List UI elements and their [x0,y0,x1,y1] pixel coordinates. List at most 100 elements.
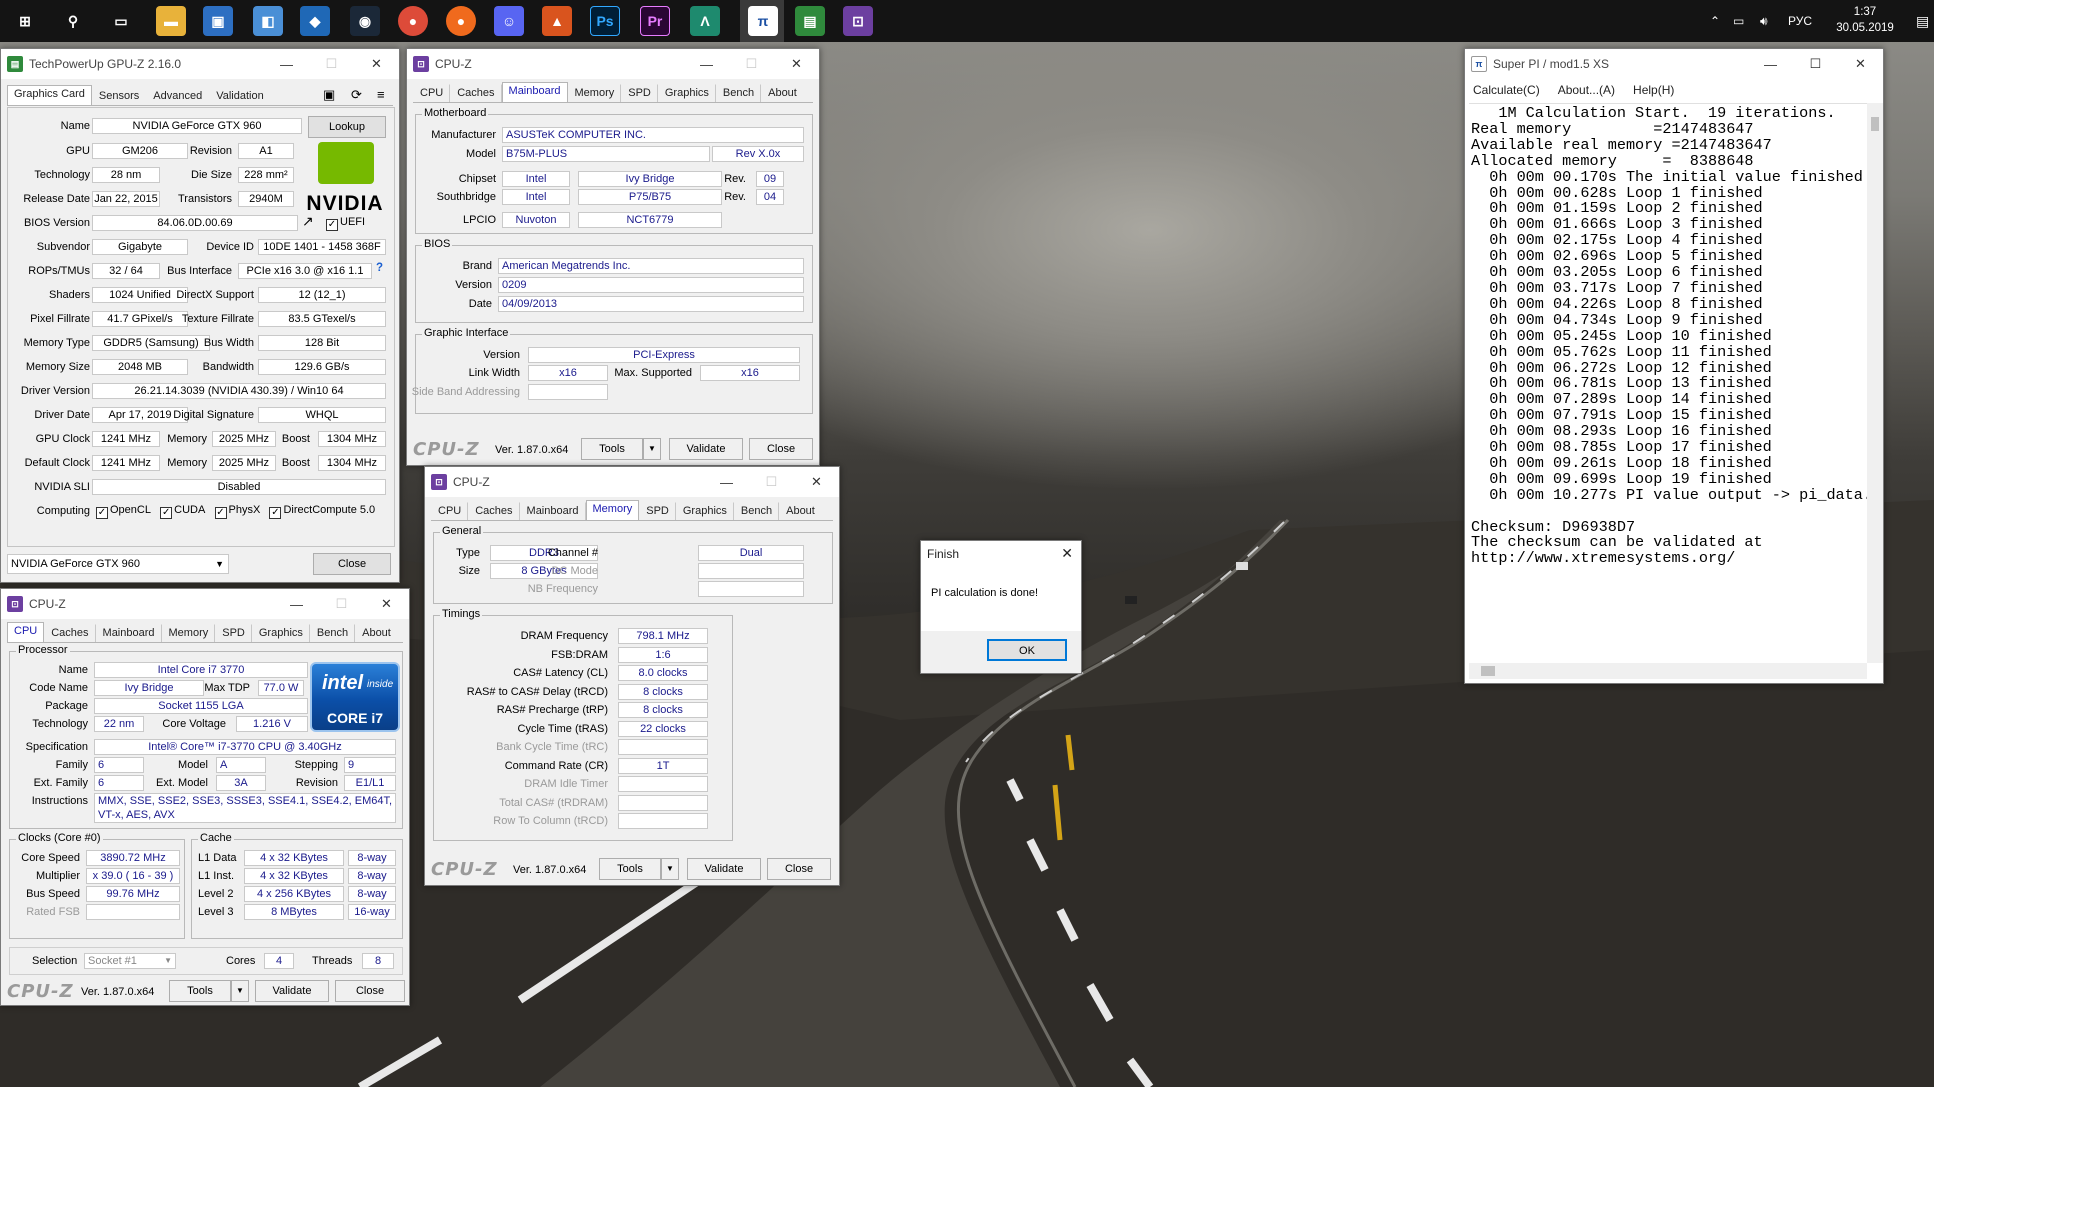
share-icon[interactable]: ↗ [302,213,314,230]
tab-mainboard[interactable]: Mainboard [501,82,568,102]
validate-button[interactable]: Validate [687,858,761,880]
tab-caches[interactable]: Caches [468,502,520,520]
close-icon[interactable]: ✕ [354,49,399,79]
tools-button[interactable]: Tools [581,438,643,460]
steam-icon[interactable]: ◉ [350,6,380,36]
socket-select[interactable]: Socket #1 ▼ [84,953,176,969]
camera-icon[interactable]: ▣ [323,87,335,103]
minimize-button[interactable]: — [1748,49,1793,79]
tab-graphics-card[interactable]: Graphics Card [7,85,92,105]
scrollbar-thumb[interactable] [1871,117,1879,131]
tab-memory[interactable]: Memory [162,624,216,642]
premiere-icon[interactable]: Pr [640,6,670,36]
minimize-button[interactable]: — [264,49,309,79]
tab-graphics[interactable]: Graphics [676,502,734,520]
network-icon[interactable]: ▭ [1733,0,1744,42]
tray-chevron-icon[interactable]: ⌃ [1710,0,1720,42]
menu-calculate[interactable]: Calculate(C) [1473,83,1540,97]
validate-button[interactable]: Validate [669,438,743,460]
tab-bench[interactable]: Bench [716,84,762,102]
close-button[interactable]: Close [335,980,405,1002]
app-icon[interactable]: ◆ [300,6,330,36]
tab-advanced[interactable]: Advanced [146,87,209,105]
tab-mainboard[interactable]: Mainboard [96,624,162,642]
windows-start-icon[interactable]: ⊞ [10,6,40,36]
scrollbar-thumb[interactable] [1481,666,1495,676]
menu-icon[interactable]: ≡ [377,87,385,102]
tab-caches[interactable]: Caches [450,84,502,102]
tab-memory[interactable]: Memory [568,84,622,102]
file-explorer-icon[interactable]: ▬ [156,6,186,36]
tab-graphics[interactable]: Graphics [252,624,310,642]
tab-bench[interactable]: Bench [734,502,780,520]
gpu-select[interactable]: NVIDIA GeForce GTX 960 ▼ [7,554,229,574]
gpuz-close-button[interactable]: Close [313,553,391,575]
minimize-button[interactable]: — [684,49,729,79]
close-icon[interactable]: ✕ [1838,49,1883,79]
chrome-icon[interactable]: ● [398,6,428,36]
tools-dropdown-icon[interactable]: ▼ [661,858,679,880]
close-icon[interactable]: ✕ [774,49,819,79]
firefox-icon[interactable]: ● [446,6,476,36]
superpi-titlebar[interactable]: π Super PI / mod1.5 XS — ☐ ✕ [1465,49,1883,79]
finish-titlebar[interactable]: Finish ✕ [921,541,1081,567]
tab-spd[interactable]: SPD [215,624,252,642]
validate-button[interactable]: Validate [255,980,329,1002]
search-icon[interactable]: ⚲ [58,6,88,36]
lookup-button[interactable]: Lookup [308,116,386,138]
tab-bench[interactable]: Bench [310,624,356,642]
cpuz-icon[interactable]: ⊡ [843,6,873,36]
tools-dropdown-icon[interactable]: ▼ [643,438,661,460]
store-icon[interactable]: ▣ [203,6,233,36]
menu-help[interactable]: Help(H) [1633,83,1674,97]
tools-dropdown-icon[interactable]: ▼ [231,980,249,1002]
tab-about[interactable]: About [355,624,398,642]
physx-checkbox[interactable]: ✓ PhysX [214,504,260,519]
minimize-button[interactable]: — [274,589,319,619]
tools-button[interactable]: Tools [599,858,661,880]
photoshop-icon[interactable]: Ps [590,6,620,36]
tab-mainboard[interactable]: Mainboard [520,502,586,520]
tab-spd[interactable]: SPD [621,84,658,102]
close-button[interactable]: Close [749,438,813,460]
opencl-checkbox[interactable]: ✓ OpenCL [96,504,151,519]
app-icon[interactable]: ▲ [542,6,572,36]
task-view-icon[interactable]: ▭ [106,6,136,36]
superpi-output[interactable]: 1M Calculation Start. 19 iterations. Real… [1469,103,1867,663]
help-icon[interactable]: ? [376,262,383,274]
vertical-scrollbar[interactable] [1867,103,1883,663]
minimize-button[interactable]: — [704,467,749,497]
close-icon[interactable]: ✕ [364,589,409,619]
gpuz-icon[interactable]: ▤ [795,6,825,36]
volume-icon[interactable]: 🔊︎ [1760,0,1768,42]
tab-caches[interactable]: Caches [44,624,96,642]
clock[interactable]: 1:37 30.05.2019 [1830,4,1900,36]
tab-sensors[interactable]: Sensors [92,87,146,105]
tab-graphics[interactable]: Graphics [658,84,716,102]
tab-validation[interactable]: Validation [209,87,271,105]
tab-about[interactable]: About [761,84,804,102]
tab-cpu[interactable]: CPU [431,502,469,520]
close-icon[interactable]: ✕ [1061,545,1073,562]
cuda-checkbox[interactable]: ✓ CUDA [160,504,205,519]
tab-cpu[interactable]: CPU [413,84,451,102]
gpuz-titlebar[interactable]: ▤ TechPowerUp GPU-Z 2.16.0 — ☐ ✕ [1,49,399,79]
superpi-icon[interactable]: π [748,6,778,36]
language-indicator[interactable]: РУС [1788,0,1812,42]
notifications-icon[interactable]: ▤ [1916,0,1929,42]
tab-about[interactable]: About [779,502,822,520]
uefi-checkbox[interactable]: ✓ UEFI [326,216,365,231]
horizontal-scrollbar[interactable] [1469,663,1867,679]
cpuz-mainboard-titlebar[interactable]: ⊡ CPU-Z — ☐ ✕ [407,49,819,79]
ok-button[interactable]: OK [987,639,1067,661]
directcompute-checkbox[interactable]: ✓ DirectCompute 5.0 [269,504,375,519]
maximize-button[interactable]: ☐ [1793,49,1838,79]
tab-spd[interactable]: SPD [639,502,676,520]
tools-button[interactable]: Tools [169,980,231,1002]
cpuz-cpu-titlebar[interactable]: ⊡ CPU-Z — ☐ ✕ [1,589,409,619]
close-button[interactable]: Close [767,858,831,880]
tab-memory[interactable]: Memory [585,500,640,520]
monitor-app-icon[interactable]: Λ [690,6,720,36]
refresh-icon[interactable]: ⟳ [351,87,362,103]
discord-icon[interactable]: ☺ [494,6,524,36]
